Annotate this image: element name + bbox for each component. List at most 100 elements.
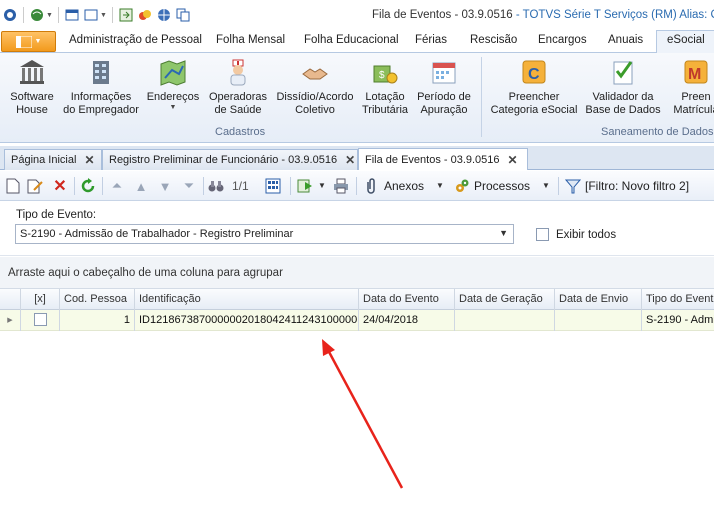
previous-record-icon[interactable]: ▲ — [132, 177, 150, 195]
chevron-down-icon[interactable]: ▼ — [542, 181, 550, 190]
tab-rescisao[interactable]: Rescisão — [470, 34, 517, 46]
tab-encargos[interactable]: Encargos — [538, 34, 587, 46]
svg-text:M: M — [688, 66, 701, 83]
exibir-todos-checkbox[interactable] — [536, 228, 549, 241]
table-row[interactable]: ▶ 1 ID1218673870000002018042411243100000… — [0, 310, 714, 331]
processos-button[interactable]: Processos — [474, 179, 530, 193]
copy-icon[interactable] — [175, 7, 191, 23]
exibir-todos-label: Exibir todos — [556, 229, 617, 241]
tab-folha-educacional[interactable]: Folha Educacional — [304, 34, 399, 46]
title-bar: ▼ ▼ Fila de Eventos - 03.9.0516 - TOTVS … — [0, 0, 714, 30]
calendar-icon — [429, 57, 459, 87]
grid-header: [x] Cod. Pessoa Identificação Data do Ev… — [0, 289, 714, 310]
lotacao-tributaria-button[interactable]: $ Lotação Tributária — [357, 57, 413, 117]
column-header-select[interactable]: [x] — [21, 289, 60, 310]
cell-tipo-do-evento: S-2190 - Admi — [646, 314, 714, 326]
column-header-tipo-do-evento[interactable]: Tipo do Evento — [642, 289, 714, 310]
filter-selector[interactable]: [Filtro: Novo filtro 2] — [585, 179, 689, 193]
operadoras-de-saude-button[interactable]: Operadoras de Saúde — [207, 57, 269, 117]
window-title: Fila de Eventos - 03.9.0516 - TOTVS Séri… — [372, 9, 714, 21]
preencher-matricula-button[interactable]: M Preen Matrícula — [666, 57, 714, 117]
chevron-down-icon: ▼ — [499, 228, 508, 238]
tab-administracao-de-pessoal[interactable]: Administração de Pessoal — [69, 34, 202, 46]
refresh-icon[interactable] — [79, 177, 97, 195]
last-record-icon[interactable]: ⏷ — [180, 177, 198, 195]
close-icon[interactable]: ✕ — [84, 153, 94, 167]
chevron-down-icon[interactable]: ▼ — [46, 12, 53, 19]
globe-icon[interactable] — [29, 7, 45, 23]
window-layout-icon[interactable] — [83, 7, 99, 23]
tab-ferias[interactable]: Férias — [415, 34, 447, 46]
binoculars-icon[interactable] — [207, 177, 225, 195]
column-header-cod-pessoa[interactable]: Cod. Pessoa — [60, 289, 135, 310]
column-header-data-de-envio[interactable]: Data de Envio — [555, 289, 642, 310]
tab-folha-mensal[interactable]: Folha Mensal — [216, 34, 285, 46]
filter-panel: Tipo de Evento: S-2190 - Admissão de Tra… — [0, 202, 714, 256]
group-hint-text: Arraste aqui o cabeçalho de uma coluna p… — [8, 267, 283, 279]
app-logo-icon[interactable] — [2, 7, 18, 23]
grid-view-icon[interactable] — [264, 177, 282, 195]
informacoes-do-empregador-button[interactable]: Informações do Empregador — [62, 57, 140, 117]
quick-access-toolbar: ▼ ▼ — [0, 7, 191, 23]
filter-icon[interactable] — [564, 177, 582, 195]
close-icon[interactable]: ✕ — [345, 153, 355, 167]
checklist-icon — [608, 57, 638, 87]
paperclip-icon[interactable] — [362, 177, 380, 195]
column-header-identificacao[interactable]: Identificação — [135, 289, 359, 310]
letter-m-icon: M — [681, 57, 711, 87]
print-icon[interactable] — [332, 177, 350, 195]
next-record-icon[interactable]: ▼ — [156, 177, 174, 195]
svg-text:C: C — [528, 66, 540, 83]
first-record-icon[interactable]: ⏶ — [108, 177, 126, 195]
column-header-data-de-geracao[interactable]: Data de Geração — [455, 289, 555, 310]
execute-icon[interactable] — [296, 177, 314, 195]
software-house-button[interactable]: Software House — [6, 57, 58, 117]
new-window-icon[interactable] — [64, 7, 80, 23]
letter-c-icon: C — [519, 57, 549, 87]
document-tabs: Página Inicial ✕ Registro Preliminar de … — [0, 146, 714, 170]
building-icon — [17, 57, 47, 87]
tab-anuais[interactable]: Anuais — [608, 34, 643, 46]
cell-data-do-evento: 24/04/2018 — [359, 310, 455, 331]
close-icon[interactable]: ✕ — [508, 153, 518, 167]
group-label-cadastros: Cadastros — [215, 126, 266, 138]
preencher-categoria-esocial-button[interactable]: C Preencher Categoria eSocial — [488, 57, 580, 117]
tipo-de-evento-label: Tipo de Evento: — [16, 209, 97, 221]
chevron-down-icon[interactable]: ▼ — [100, 12, 107, 19]
network-globe-icon[interactable] — [156, 7, 172, 23]
row-indicator-header — [0, 289, 21, 310]
doc-tab-registro-preliminar[interactable]: Registro Preliminar de Funcionário - 03.… — [102, 149, 358, 170]
new-record-icon[interactable] — [4, 177, 22, 195]
cell-data-de-envio — [555, 310, 642, 331]
doc-tab-fila-de-eventos[interactable]: Fila de Eventos - 03.9.0516 ✕ — [358, 148, 528, 170]
paint-icon[interactable] — [137, 7, 153, 23]
data-grid: [x] Cod. Pessoa Identificação Data do Ev… — [0, 289, 714, 523]
row-select-checkbox[interactable] — [34, 313, 47, 326]
row-indicator-icon: ▶ — [0, 310, 21, 331]
validador-da-base-de-dados-button[interactable]: Validador da Base de Dados — [583, 57, 663, 117]
menu-icon — [15, 35, 32, 48]
office-building-icon — [86, 57, 116, 87]
chevron-down-icon[interactable]: ▼ — [436, 181, 444, 190]
periodo-de-apuracao-button[interactable]: Período de Apuração — [415, 57, 473, 117]
cell-identificacao: ID1218673870000002018042411243100000 — [135, 310, 359, 331]
edit-record-icon[interactable] — [26, 177, 44, 195]
map-icon — [158, 57, 188, 87]
tipo-de-evento-select[interactable]: S-2190 - Admissão de Trabalhador - Regis… — [15, 224, 514, 244]
toolbar: ✕ ⏶ ▲ ▼ ⏷ 1/1 ▼ Anexos ▼ Processos ▼ [Fi… — [0, 171, 714, 201]
delete-icon[interactable]: ✕ — [51, 177, 69, 195]
dissidio-acordo-coletivo-button[interactable]: Dissídio/Acordo Coletivo — [275, 57, 355, 117]
doc-tab-pagina-inicial[interactable]: Página Inicial ✕ — [4, 149, 102, 170]
gears-icon[interactable] — [453, 177, 471, 195]
group-label-saneamento-de-dados: Saneamento de Dados — [601, 126, 714, 138]
application-menu-button[interactable]: ▼ — [1, 31, 56, 52]
export-icon[interactable] — [118, 7, 134, 23]
group-by-area[interactable]: Arraste aqui o cabeçalho de uma coluna p… — [0, 257, 714, 289]
nurse-icon — [223, 57, 253, 87]
tab-esocial[interactable]: eSocial — [656, 30, 714, 54]
chevron-down-icon[interactable]: ▼ — [318, 181, 326, 190]
svg-text:$: $ — [379, 70, 385, 81]
column-header-data-do-evento[interactable]: Data do Evento — [359, 289, 455, 310]
enderecos-button[interactable]: Endereços ▼ — [146, 57, 200, 111]
anexos-button[interactable]: Anexos — [384, 179, 424, 193]
